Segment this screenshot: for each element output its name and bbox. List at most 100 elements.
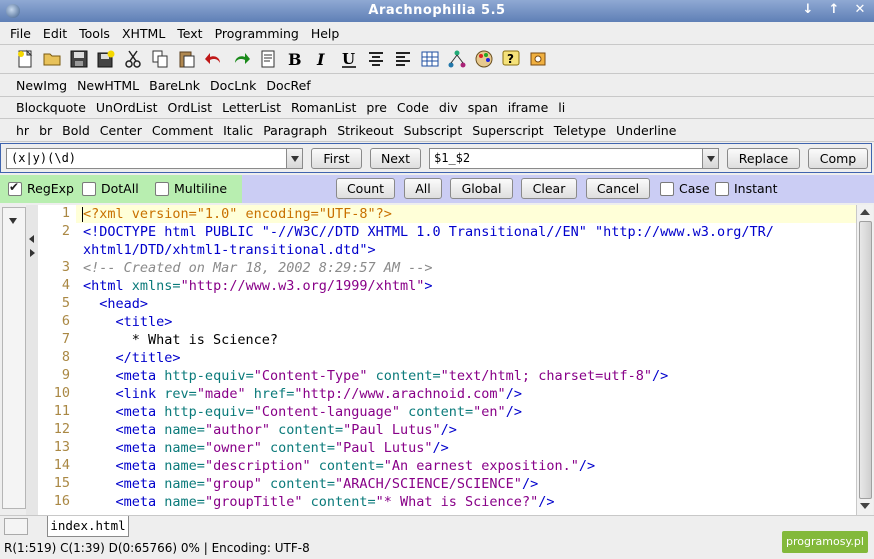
tag-paragraph[interactable]: Paragraph	[259, 123, 333, 138]
text-caret	[82, 207, 83, 222]
line-number: 4	[61, 277, 70, 293]
replace-input[interactable]: $1_$2	[434, 151, 470, 165]
tree-icon[interactable]	[444, 46, 470, 72]
tag-center[interactable]: Center	[96, 123, 148, 138]
left-scroll[interactable]	[2, 207, 26, 509]
comp-button[interactable]: Comp	[808, 148, 868, 169]
tag-iframe[interactable]: iframe	[504, 100, 555, 115]
save-icon[interactable]	[66, 46, 92, 72]
replace-combo[interactable]: $1_$2	[429, 148, 719, 169]
vertical-scrollbar[interactable]	[856, 205, 873, 515]
unchecked-icon[interactable]	[155, 181, 169, 196]
arrow-left-icon[interactable]	[29, 235, 34, 243]
tag-subscript[interactable]: Subscript	[400, 123, 469, 138]
search-replace-panel: (x|y)(\d) First Next $1_$2 Replace Comp	[0, 143, 872, 173]
collapse-arrow-icon[interactable]	[9, 218, 17, 224]
close-button[interactable]: ✕	[852, 2, 868, 17]
scroll-thumb[interactable]	[859, 221, 872, 499]
cut-icon[interactable]	[120, 46, 146, 72]
tag-newhtml[interactable]: NewHTML	[73, 78, 145, 93]
replace-dropdown-arrow-icon[interactable]	[702, 149, 718, 168]
save-all-icon[interactable]	[93, 46, 119, 72]
open-folder-icon[interactable]	[39, 46, 65, 72]
unchecked-icon[interactable]	[660, 181, 674, 196]
tag-teletype[interactable]: Teletype	[550, 123, 612, 138]
tag-comment[interactable]: Comment	[148, 123, 219, 138]
underline-icon[interactable]: U	[336, 46, 362, 72]
scroll-down-icon[interactable]	[860, 503, 870, 509]
case-checkbox[interactable]: Case	[660, 181, 710, 196]
palette-icon[interactable]	[471, 46, 497, 72]
code-line: <meta name="group" content="ARACH/SCIENC…	[115, 476, 539, 492]
tag-li[interactable]: li	[554, 100, 571, 115]
regexp-checkbox[interactable]: RegExp	[8, 180, 74, 196]
bold-icon[interactable]: B	[282, 46, 308, 72]
minimize-button[interactable]: ↓	[800, 2, 816, 17]
tag-bold[interactable]: Bold	[58, 123, 96, 138]
document-icon[interactable]	[255, 46, 281, 72]
global-button[interactable]: Global	[450, 178, 513, 199]
checked-icon[interactable]	[8, 180, 22, 196]
cancel-button[interactable]: Cancel	[586, 178, 650, 199]
copy-icon[interactable]	[147, 46, 173, 72]
menu-text[interactable]: Text	[171, 26, 208, 41]
tag-unordlist[interactable]: UnOrdList	[92, 100, 164, 115]
menu-xhtml[interactable]: XHTML	[116, 26, 171, 41]
tag-strikeout[interactable]: Strikeout	[333, 123, 399, 138]
table-icon[interactable]	[417, 46, 443, 72]
tag-italic[interactable]: Italic	[219, 123, 259, 138]
menu-edit[interactable]: Edit	[37, 26, 73, 41]
tag-span[interactable]: span	[464, 100, 504, 115]
clear-button[interactable]: Clear	[521, 178, 577, 199]
count-button[interactable]: Count	[336, 178, 395, 199]
tag-letterlist[interactable]: LetterList	[218, 100, 287, 115]
instant-checkbox[interactable]: Instant	[715, 181, 778, 196]
tag-doclnk[interactable]: DocLnk	[206, 78, 262, 93]
find-combo[interactable]: (x|y)(\d)	[6, 148, 303, 169]
tag-barelnk[interactable]: BareLnk	[145, 78, 206, 93]
center-align-icon[interactable]	[363, 46, 389, 72]
tag-ordlist[interactable]: OrdList	[164, 100, 219, 115]
tag-romanlist[interactable]: RomanList	[287, 100, 362, 115]
undo-icon[interactable]	[201, 46, 227, 72]
menu-tools[interactable]: Tools	[73, 26, 116, 41]
help-icon[interactable]: ?	[498, 46, 524, 72]
unchecked-icon[interactable]	[82, 181, 96, 196]
menu-help[interactable]: Help	[305, 26, 346, 41]
tag-pre[interactable]: pre	[362, 100, 393, 115]
new-file-icon[interactable]	[12, 46, 38, 72]
tag-blockquote[interactable]: Blockquote	[12, 100, 92, 115]
tab-index-html[interactable]: index.html	[47, 516, 129, 537]
split-divider[interactable]	[26, 205, 38, 515]
line-number: 11	[53, 403, 70, 419]
next-button[interactable]: Next	[370, 148, 421, 169]
replace-button[interactable]: Replace	[727, 148, 800, 169]
italic-icon[interactable]: I	[309, 46, 335, 72]
format-icon[interactable]	[390, 46, 416, 72]
code-editor[interactable]: <?xml version="1.0" encoding="UTF-8"?> <!…	[76, 205, 856, 515]
dotall-checkbox[interactable]: DotAll	[82, 181, 139, 196]
find-dropdown-arrow-icon[interactable]	[286, 149, 302, 168]
horizontal-scroll-stub[interactable]	[4, 518, 28, 535]
tag-underline[interactable]: Underline	[612, 123, 682, 138]
arrow-right-icon[interactable]	[30, 249, 35, 257]
first-button[interactable]: First	[311, 148, 362, 169]
tag-superscript[interactable]: Superscript	[468, 123, 549, 138]
tag-code[interactable]: Code	[393, 100, 435, 115]
preferences-icon[interactable]	[525, 46, 551, 72]
multiline-checkbox[interactable]: Multiline	[155, 181, 227, 196]
menu-file[interactable]: File	[0, 26, 37, 41]
maximize-button[interactable]: ↑	[826, 2, 842, 17]
paste-icon[interactable]	[174, 46, 200, 72]
find-input[interactable]: (x|y)(\d)	[11, 151, 76, 165]
all-button[interactable]: All	[404, 178, 442, 199]
scroll-up-icon[interactable]	[860, 209, 870, 215]
tag-br[interactable]: br	[35, 123, 58, 138]
redo-icon[interactable]	[228, 46, 254, 72]
unchecked-icon[interactable]	[715, 181, 729, 196]
tag-div[interactable]: div	[435, 100, 464, 115]
tag-newimg[interactable]: NewImg	[12, 78, 73, 93]
tag-hr[interactable]: hr	[12, 123, 35, 138]
menu-programming[interactable]: Programming	[209, 26, 305, 41]
tag-docref[interactable]: DocRef	[262, 78, 316, 93]
